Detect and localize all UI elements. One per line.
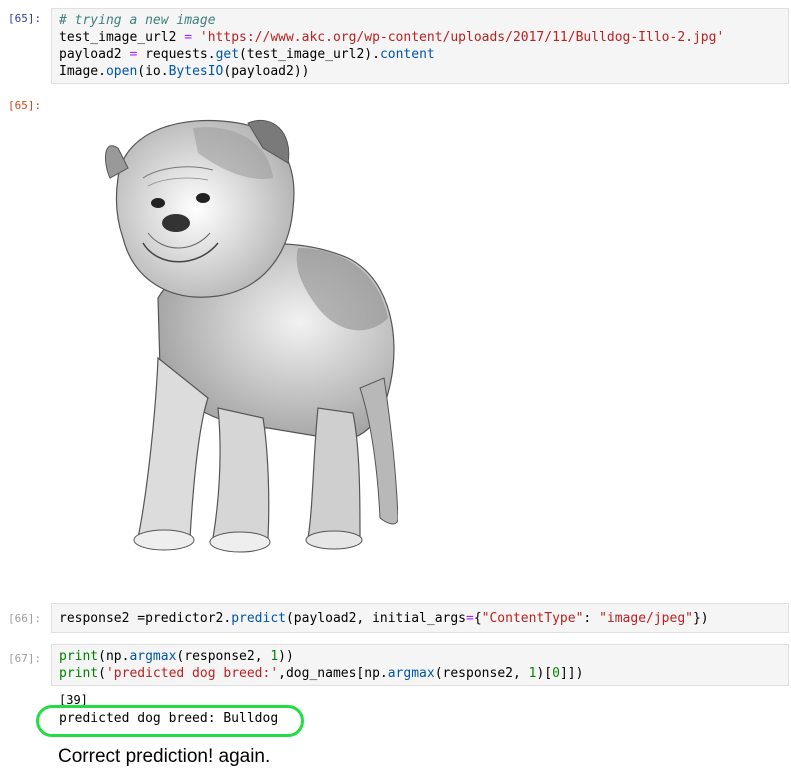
code-line-print-breed: print('predicted dog breed:',dog_names[n… (59, 666, 584, 681)
code-line-print-argmax: print(np.argmax(response2, 1)) (59, 649, 294, 664)
code-line-url: test_image_url2 = 'https://www.akc.org/w… (59, 30, 725, 45)
cell-67-input[interactable]: print(np.argmax(response2, 1)) print('pr… (51, 644, 789, 686)
highlight-circle (36, 705, 304, 737)
code-line-comment: # trying a new image (59, 13, 216, 28)
code-line-predict: response2 =predictor2.predict(payload2, … (59, 611, 709, 626)
cell-65-prompt: [65]: (8, 12, 42, 25)
bulldog-image (98, 108, 399, 574)
cell-65-output-prompt: [65]: (8, 99, 42, 112)
cell-66-prompt: [66]: (8, 612, 42, 625)
code-line-payload: payload2 = requests.get(test_image_url2)… (59, 47, 435, 62)
bulldog-illustration (105, 119, 399, 553)
prediction-note: Correct prediction! again. (58, 746, 271, 767)
cell-65-input[interactable]: # trying a new image test_image_url2 = '… (51, 8, 789, 84)
cell-66-input[interactable]: response2 =predictor2.predict(payload2, … (51, 603, 789, 633)
cell-67-prompt: [67]: (8, 652, 42, 665)
code-line-image-open: Image.open(io.BytesIO(payload2)) (59, 64, 310, 79)
